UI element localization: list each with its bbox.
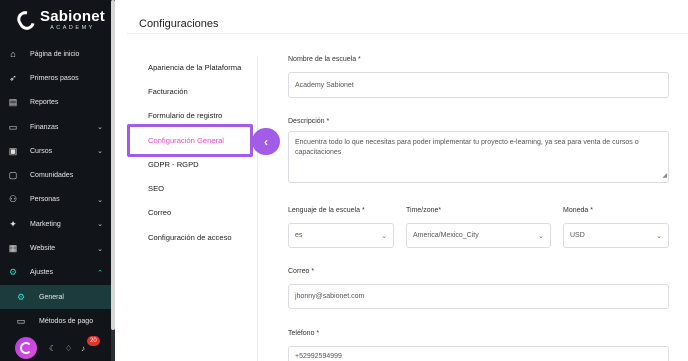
- sidebar-item-primeros-pasos[interactable]: ➶ Primeros pasos: [0, 66, 111, 90]
- timezone-value: America/Mexico_City: [413, 232, 479, 239]
- settings-item-seo[interactable]: SEO: [148, 184, 164, 193]
- people-icon: ⚇: [8, 194, 18, 205]
- currency-select[interactable]: USD ⌄: [563, 223, 669, 248]
- chevron-down-icon[interactable]: ⌄: [97, 245, 103, 253]
- sidebar-item-label: Cursos: [30, 147, 53, 155]
- sidebar-item-marketing[interactable]: ✦ Marketing ⌄: [0, 212, 111, 236]
- school-name-input[interactable]: Academy Sabionet: [288, 72, 669, 98]
- sidebar-item-website[interactable]: ▦ Website ⌄: [0, 236, 111, 260]
- chevron-down-icon: ⌄: [538, 232, 544, 240]
- school-name-label: Nombre de la escuela *: [288, 56, 361, 63]
- lightbulb-icon[interactable]: ♢: [65, 344, 72, 353]
- brand-logo[interactable]: Sabionet ACADEMY: [14, 8, 105, 33]
- bell-icon[interactable]: ♪: [81, 344, 85, 353]
- website-icon: ▦: [8, 243, 18, 254]
- sabionet-logo-icon: [14, 8, 38, 33]
- gear-icon: ⚙: [16, 291, 26, 302]
- email-label: Correo *: [288, 268, 315, 275]
- settings-item-correo[interactable]: Correo: [148, 208, 171, 217]
- rocket-icon: ➶: [9, 72, 17, 83]
- avatar[interactable]: [15, 337, 37, 359]
- settings-item-configuracion-acceso[interactable]: Configuración de acceso: [148, 233, 232, 242]
- sidebar: Sabionet ACADEMY ⌂ Página de inicio ➶ Prime…: [0, 0, 115, 361]
- sidebar-item-label: Ajustes: [30, 269, 53, 277]
- sidebar-subitem-label: Métodos de pago: [39, 317, 94, 325]
- language-select[interactable]: es ⌄: [288, 223, 394, 248]
- sidebar-nav: ⌂ Página de inicio ➶ Primeros pasos ▤ Reporte…: [0, 42, 111, 334]
- reports-icon: ▤: [8, 97, 18, 108]
- sidebar-item-label: Website: [30, 245, 56, 253]
- wallet-icon: ▭: [8, 121, 18, 132]
- email-value: jhonny@sabionet.com: [295, 293, 365, 300]
- currency-label: Moneda *: [563, 207, 593, 214]
- pointer-arrow-icon: ‹: [252, 128, 280, 155]
- phone-input[interactable]: +52992594999: [288, 346, 669, 361]
- language-label: Lenguaje de la escuela *: [288, 207, 365, 214]
- sidebar-item-label: Comunidades: [30, 172, 74, 180]
- gear-icon: ⚙: [8, 267, 18, 278]
- sidebar-item-reportes[interactable]: ▤ Reportes: [0, 91, 111, 115]
- chevron-up-icon[interactable]: ⌃: [97, 269, 103, 277]
- language-value: es: [295, 232, 303, 239]
- chevron-down-icon: ⌄: [381, 232, 387, 240]
- settings-item-formulario-registro[interactable]: Formulario de registro: [148, 111, 222, 120]
- email-input[interactable]: jhonny@sabionet.com: [288, 284, 669, 309]
- phone-value: +52992594999: [295, 353, 342, 360]
- title-divider: [127, 33, 688, 34]
- currency-value: USD: [570, 232, 585, 239]
- brand-subtitle: ACADEMY: [50, 25, 95, 31]
- timezone-select[interactable]: America/Mexico_City ⌄: [406, 223, 551, 248]
- chevron-down-icon[interactable]: ⌄: [97, 196, 103, 204]
- chevron-down-icon[interactable]: ⌄: [97, 123, 103, 131]
- description-label: Descripción *: [288, 118, 330, 125]
- magic-wand-icon: ✦: [9, 218, 17, 229]
- sidebar-item-finanzas[interactable]: ▭ Finanzas ⌄: [0, 115, 111, 139]
- settings-divider: [257, 56, 258, 361]
- sidebar-subitem-label: General: [39, 293, 64, 301]
- settings-item-apariencia[interactable]: Apariencia de la Plataforma: [148, 63, 241, 72]
- resize-handle-icon[interactable]: ◢: [662, 171, 667, 181]
- school-name-value: Academy Sabionet: [295, 81, 354, 89]
- sidebar-item-cursos[interactable]: ▣ Cursos ⌄: [0, 139, 111, 163]
- settings-item-facturacion[interactable]: Facturación: [148, 87, 188, 96]
- sidebar-item-label: Primeros pasos: [30, 74, 79, 82]
- page-title: Configuraciones: [139, 18, 219, 30]
- phone-label: Teléfono *: [288, 330, 320, 337]
- sidebar-item-label: Finanzas: [30, 123, 59, 131]
- settings-item-gdpr[interactable]: GDPR - RGPD: [148, 160, 199, 169]
- brand-name: Sabionet: [40, 8, 105, 25]
- chevron-down-icon[interactable]: ⌄: [97, 147, 103, 155]
- sidebar-item-label: Reportes: [30, 99, 59, 107]
- sidebar-scrollbar[interactable]: [111, 0, 115, 361]
- settings-item-configuracion-general[interactable]: Configuración General: [148, 136, 224, 145]
- chevron-down-icon[interactable]: ⌄: [97, 220, 103, 228]
- moon-icon[interactable]: ☾: [49, 344, 56, 353]
- sidebar-item-página-de-inicio[interactable]: ⌂ Página de inicio: [0, 42, 111, 66]
- sidebar-item-label: Marketing: [30, 220, 61, 228]
- chat-icon: ▢: [8, 170, 18, 181]
- sidebar-subitem-métodos-de-pago[interactable]: ▭ Métodos de pago: [0, 309, 111, 333]
- sidebar-item-ajustes[interactable]: ⚙ Ajustes ⌃: [0, 261, 111, 285]
- home-icon: ⌂: [10, 49, 16, 60]
- notifications-badge: 20: [87, 336, 100, 346]
- sidebar-item-comunidades[interactable]: ▢ Comunidades: [0, 163, 111, 187]
- courses-icon: ▣: [8, 145, 18, 156]
- description-textarea[interactable]: Encuentra todo lo que necesitas para pod…: [288, 131, 669, 183]
- sidebar-item-label: Personas: [30, 196, 60, 204]
- sidebar-item-label: Página de inicio: [30, 50, 80, 58]
- chevron-down-icon: ⌄: [656, 232, 662, 240]
- sidebar-subitem-general[interactable]: ⚙ General: [0, 284, 111, 310]
- sidebar-item-personas[interactable]: ⚇ Personas ⌄: [0, 188, 111, 212]
- description-value: Encuentra todo lo que necesitas para pod…: [295, 139, 639, 156]
- timezone-label: Time/zone*: [406, 207, 442, 214]
- credit-card-icon: ▭: [16, 315, 26, 326]
